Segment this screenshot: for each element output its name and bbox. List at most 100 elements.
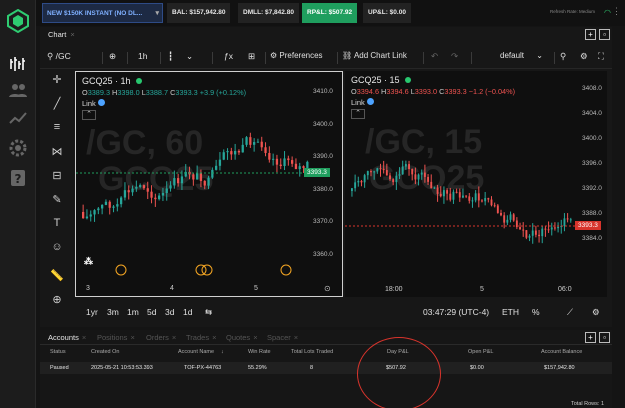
candle-body xyxy=(379,168,382,170)
close-tab-icon[interactable]: × xyxy=(172,333,176,342)
chevron-down-icon[interactable]: ⌄ xyxy=(186,51,193,62)
session-toggle[interactable]: ETH xyxy=(502,307,519,317)
tab-positions[interactable]: Positions × xyxy=(97,333,135,342)
accounts-panel: Accounts × Positions × Orders × Trades × Quo… xyxy=(40,330,612,408)
close-tab-icon[interactable]: × xyxy=(82,333,86,342)
time-tick-label: 06:0 xyxy=(558,286,572,293)
tab-spacer[interactable]: Spacer × xyxy=(267,333,298,342)
add-window-icon[interactable]: + xyxy=(585,332,596,343)
chart-pane-15m[interactable]: /GC, 15 GCQ25 GCQ25 · 15 O3394.6 H3394.6… xyxy=(345,71,607,297)
projection-icon[interactable]: ⊟ xyxy=(49,169,65,185)
close-tab-icon[interactable]: × xyxy=(70,30,74,39)
tab-trades[interactable]: Trades × xyxy=(186,333,216,342)
candle-body xyxy=(395,175,398,183)
percent-scale-toggle[interactable]: % xyxy=(532,307,540,317)
candle-body xyxy=(442,190,445,197)
table-row[interactable]: Paused 2025-05-21 10:53:53.393 TOF-PX-44… xyxy=(40,362,612,374)
redo-icon[interactable]: ↷ xyxy=(451,51,458,62)
candle-body xyxy=(237,150,241,153)
templates-grid-icon[interactable]: ⊞ xyxy=(248,51,255,62)
candle-body xyxy=(528,235,531,238)
trading-icon[interactable] xyxy=(8,54,28,74)
collapse-legend-icon[interactable]: ⌃ xyxy=(351,109,365,119)
candle-body xyxy=(180,176,184,184)
change-value: +3.9 (+0.12%) xyxy=(199,88,246,97)
go-to-date-icon[interactable]: ⇆ xyxy=(205,307,212,318)
fib-lines-icon[interactable]: ≡ xyxy=(49,121,65,137)
range-3d-button[interactable]: 3d xyxy=(165,307,174,317)
candle-body xyxy=(196,173,199,180)
chart-link[interactable]: Link xyxy=(82,99,105,108)
close-tab-icon[interactable]: × xyxy=(294,333,298,342)
settings-icon[interactable]: ⚙ xyxy=(580,51,588,62)
chevron-down-icon: ▾ xyxy=(155,10,159,17)
add-chart-link-button[interactable]: ⛓ Add Chart Link xyxy=(342,51,407,60)
range-1d-button[interactable]: 1d xyxy=(183,307,192,317)
toolbar-divider xyxy=(212,52,213,64)
candle-body xyxy=(534,230,537,235)
users-icon[interactable] xyxy=(8,80,28,100)
account-selector[interactable]: NEW $150K INSTANT (NO DL... ▾ xyxy=(42,3,163,23)
sort-arrow-icon[interactable]: ↓ xyxy=(221,349,224,355)
tab-orders[interactable]: Orders × xyxy=(146,333,176,342)
column-header[interactable]: Status xyxy=(50,349,66,355)
refresh-rate-label[interactable]: Refresh Rate: Medium xyxy=(550,9,595,14)
compare-add-icon[interactable]: ⊕ xyxy=(109,51,116,62)
ohlc-legend: O3394.6 H3394.6 L3393.0 C3393.3 −1.2 (−0… xyxy=(351,87,515,96)
tab-quotes[interactable]: Quotes × xyxy=(226,333,258,342)
add-window-icon[interactable]: + xyxy=(585,29,596,40)
column-header[interactable]: Created On xyxy=(91,349,119,355)
emoji-icon[interactable]: ☺ xyxy=(49,241,65,257)
candle-style-icon[interactable]: ┇ xyxy=(168,51,173,62)
quick-search-icon[interactable]: ⚲ xyxy=(560,51,566,62)
ruler-icon[interactable]: 📏 xyxy=(49,269,65,285)
candle-body xyxy=(471,200,474,202)
help-icon[interactable]: ? xyxy=(8,168,28,188)
drawing-scale-icon[interactable]: ⟋ xyxy=(567,307,573,318)
candle-body xyxy=(484,198,487,202)
popout-window-icon[interactable]: ▫ xyxy=(599,332,610,343)
undo-icon[interactable]: ↶ xyxy=(431,51,438,62)
interval-button[interactable]: 1h xyxy=(138,51,147,61)
candle-body xyxy=(366,171,369,176)
more-menu-icon[interactable]: ⋮ xyxy=(612,6,621,17)
column-header[interactable]: Open P&L xyxy=(468,349,493,355)
column-header[interactable]: Account Balance xyxy=(541,349,582,355)
fullscreen-icon[interactable]: ⛶ xyxy=(598,51,604,62)
candle-body xyxy=(496,205,499,213)
close-tab-icon[interactable]: × xyxy=(212,333,216,342)
range-5d-button[interactable]: 5d xyxy=(147,307,156,317)
settings-gear-icon[interactable] xyxy=(8,138,28,158)
app-logo-icon[interactable] xyxy=(6,9,30,33)
toolbar-divider xyxy=(160,52,161,64)
collapse-legend-icon[interactable]: ⌃ xyxy=(82,110,96,120)
created-on-cell: 2025-05-21 10:53:53.393 xyxy=(91,365,153,371)
range-1yr-button[interactable]: 1yr xyxy=(86,307,98,317)
close-tab-icon[interactable]: × xyxy=(253,333,257,342)
chart-window-tab[interactable]: Chart × xyxy=(48,30,75,39)
tab-accounts[interactable]: Accounts × xyxy=(48,333,86,342)
column-header[interactable]: Account Name xyxy=(178,349,214,355)
chart-link[interactable]: Link xyxy=(351,98,374,107)
clock-readout[interactable]: 03:47:29 (UTC-4) xyxy=(423,307,489,317)
text-tool-icon[interactable]: T xyxy=(49,217,65,233)
column-header[interactable]: Total Lots Traded xyxy=(291,349,333,355)
pattern-icon[interactable]: ⋈ xyxy=(49,145,65,161)
close-tab-icon[interactable]: × xyxy=(130,333,134,342)
popout-window-icon[interactable]: ▫ xyxy=(599,29,610,40)
tradingview-logo-icon: ⁂ xyxy=(84,255,93,266)
brush-icon[interactable]: ✎ xyxy=(49,193,65,209)
chart-settings-icon[interactable]: ⊙ xyxy=(324,284,331,293)
auto-scale-icon[interactable]: ⚙ xyxy=(592,307,600,318)
indicators-fx-icon[interactable]: ƒx xyxy=(224,51,233,61)
range-3m-button[interactable]: 3m xyxy=(107,307,119,317)
crosshair-icon[interactable]: ✛ xyxy=(49,73,65,89)
trendline-icon[interactable]: ╱ xyxy=(49,97,65,113)
layout-selector[interactable]: default ⌄ xyxy=(500,51,543,60)
analytics-icon[interactable] xyxy=(8,108,28,128)
preferences-button[interactable]: ⚙ Preferences xyxy=(270,51,323,60)
chart-pane-1h[interactable]: /GC, 60 GCQ25 ⁂ GCQ25 · 1h O3389.3 H3398… xyxy=(75,71,343,297)
column-header[interactable]: Win Rate xyxy=(248,349,271,355)
range-1m-button[interactable]: 1m xyxy=(127,307,139,317)
symbol-search[interactable]: ⚲ /GC xyxy=(47,51,71,62)
